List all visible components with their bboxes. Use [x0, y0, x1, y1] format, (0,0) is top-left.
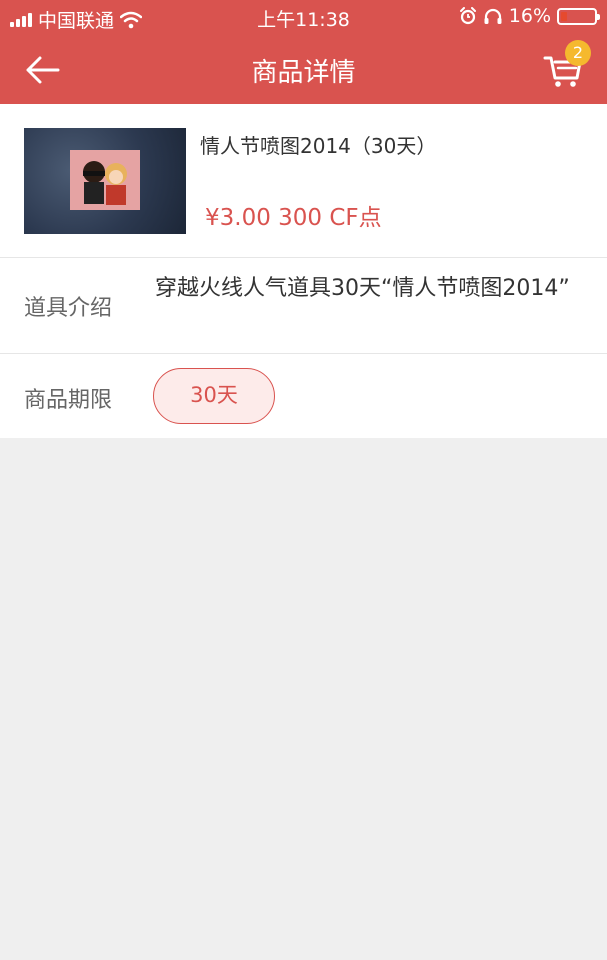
description-text: 穿越火线人气道具30天“情人节喷图2014”	[155, 276, 570, 301]
nav-bar: 商品详情 2	[0, 34, 607, 104]
period-row: 商品期限 30天	[0, 354, 607, 438]
alarm-icon	[459, 7, 476, 25]
page-title: 商品详情	[251, 58, 356, 88]
battery-icon	[557, 7, 600, 25]
product-thumbnail	[24, 128, 186, 234]
period-option-30-days[interactable]: 30天	[153, 368, 275, 424]
headphones-icon	[484, 8, 502, 24]
product-summary	[0, 104, 607, 258]
cart-button[interactable]: 2	[541, 40, 591, 90]
description-label: 道具介绍	[24, 296, 113, 321]
thumbnail-art	[70, 150, 140, 210]
header: 中国联通 上午11:38 16% 商品详情 2	[0, 0, 607, 104]
period-label: 商品期限	[24, 388, 113, 413]
cart-badge: 2	[565, 40, 591, 66]
battery-percent: 16%	[508, 5, 551, 27]
status-right: 16%	[459, 5, 600, 27]
description-row: 道具介绍 穿越火线人气道具30天“情人节喷图2014”	[0, 258, 607, 354]
product-price: ¥3.00 300 CF点	[205, 205, 382, 231]
status-bar: 中国联通 上午11:38 16%	[0, 0, 607, 34]
product-name: 情人节喷图2014（30天）	[200, 134, 437, 158]
